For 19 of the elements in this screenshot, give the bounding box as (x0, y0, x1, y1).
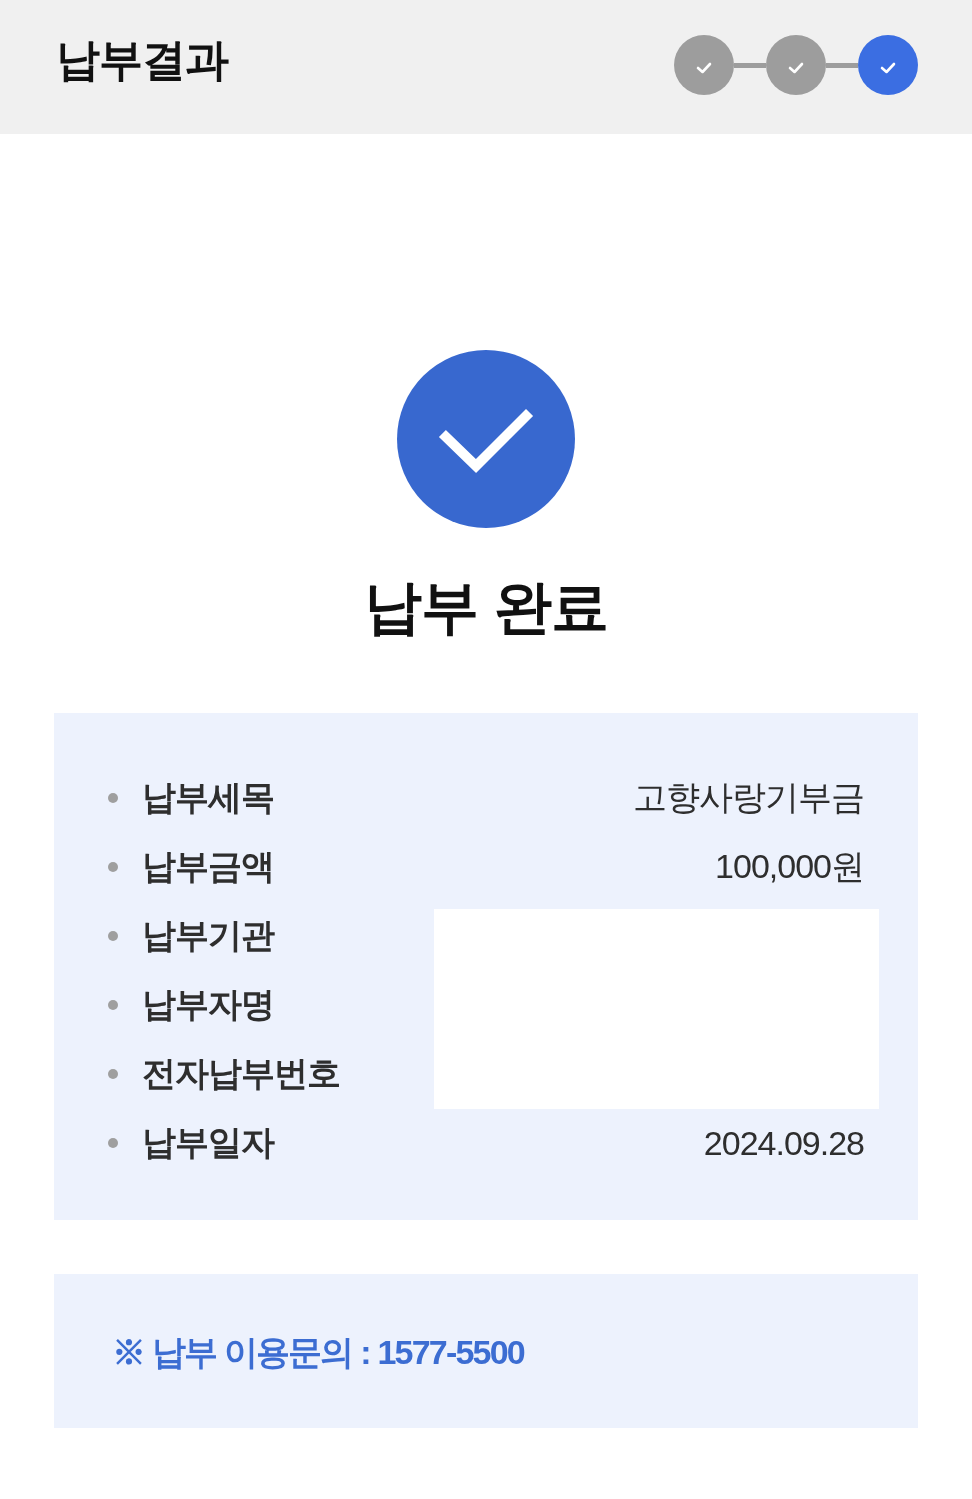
detail-label: 납부기관 (142, 915, 274, 957)
detail-value: 2024.09.28 (703, 1123, 864, 1163)
detail-label: 납부일자 (142, 1122, 274, 1164)
result-title: 납부 완료 (364, 573, 608, 641)
inquiry-notice: ※ 납부 이용문의 : 1577-5500 (112, 1331, 524, 1373)
bullet-icon (108, 931, 118, 942)
bullet-icon (108, 793, 118, 804)
bullet-icon (108, 1069, 118, 1080)
success-check-icon (397, 350, 575, 528)
detail-value: 100,000원 (715, 846, 864, 888)
detail-label: 납부세목 (142, 777, 274, 819)
page-title: 납부결과 (56, 33, 228, 86)
bullet-icon (108, 1138, 118, 1149)
bullet-icon (108, 862, 118, 873)
bullet-icon (108, 1000, 118, 1011)
detail-label: 납부자명 (142, 984, 274, 1026)
detail-label: 납부금액 (142, 846, 274, 888)
detail-value: 고향사랑기부금 (633, 777, 864, 819)
detail-label: 전자납부번호 (142, 1053, 340, 1095)
